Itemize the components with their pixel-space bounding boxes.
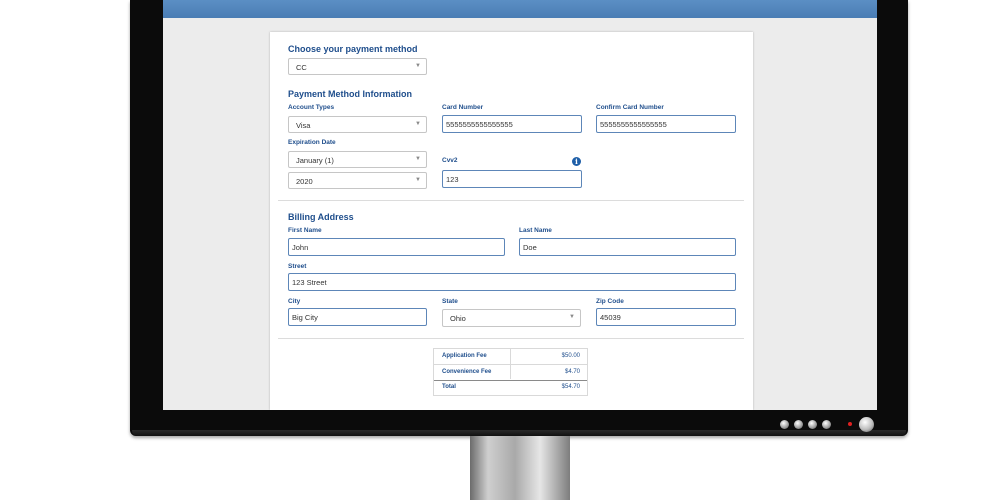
fee-amount: $50.00 (561, 353, 580, 359)
power-button[interactable] (859, 416, 874, 432)
payment-info-heading: Payment Method Information (288, 89, 413, 99)
card-number-field[interactable]: 5555555555555555 (442, 115, 582, 133)
monitor-button[interactable] (780, 419, 789, 429)
payment-method-heading: Choose your payment method (288, 44, 418, 54)
payment-method-value: CC (296, 63, 307, 72)
page-header-band (163, 0, 877, 18)
state-value: Ohio (450, 314, 466, 323)
power-led (848, 422, 852, 426)
first-name-field[interactable]: John (288, 238, 505, 256)
account-types-value: Visa (296, 121, 311, 130)
chevron-down-icon: ▼ (415, 121, 421, 127)
table-row: Application Fee $50.00 (434, 349, 587, 364)
first-name-label: First Name (288, 227, 322, 234)
city-field[interactable]: Big City (288, 308, 427, 326)
table-row: Convenience Fee $4.70 (434, 365, 587, 380)
expiration-year-value: 2020 (296, 177, 313, 186)
billing-address-heading: Billing Address (288, 212, 354, 222)
monitor-button[interactable] (822, 419, 831, 429)
monitor-button[interactable] (808, 419, 817, 429)
info-icon[interactable]: i (572, 157, 581, 166)
account-types-label: Account Types (288, 104, 335, 111)
fees-table: Application Fee $50.00 Convenience Fee $… (433, 348, 588, 396)
fee-name: Convenience Fee (442, 369, 492, 375)
state-select[interactable]: Ohio ▼ (442, 309, 581, 327)
total-amount: $54.70 (561, 384, 580, 390)
cvv-field[interactable]: 123 (442, 170, 582, 188)
fee-name: Application Fee (442, 353, 487, 359)
last-name-field[interactable]: Doe (519, 238, 736, 256)
street-field[interactable]: 123 Street (288, 273, 736, 291)
section-divider (278, 200, 744, 201)
expiration-month-value: January (1) (296, 156, 334, 165)
confirm-card-number-field[interactable]: 5555555555555555 (596, 115, 736, 133)
payment-form: Choose your payment method CC ▼ Payment … (270, 32, 753, 410)
card-number-label: Card Number (442, 104, 484, 111)
fee-amount: $4.70 (564, 369, 580, 375)
monitor-stand (470, 436, 570, 500)
section-divider (278, 338, 744, 339)
monitor-button[interactable] (794, 419, 803, 429)
expiration-month-select[interactable]: January (1) ▼ (288, 151, 427, 168)
zip-code-label: Zip Code (596, 298, 624, 305)
last-name-label: Last Name (519, 227, 552, 234)
account-types-select[interactable]: Visa ▼ (288, 116, 427, 133)
street-label: Street (288, 263, 307, 270)
chevron-down-icon: ▼ (415, 156, 421, 162)
chevron-down-icon: ▼ (569, 314, 575, 320)
expiration-date-label: Expiration Date (288, 139, 336, 146)
monitor-controls (780, 416, 874, 432)
state-label: State (442, 298, 458, 305)
payment-method-select[interactable]: CC ▼ (288, 58, 427, 75)
expiration-year-select[interactable]: 2020 ▼ (288, 172, 427, 189)
confirm-card-number-label: Confirm Card Number (596, 104, 664, 111)
table-row-total: Total $54.70 (434, 380, 587, 395)
chevron-down-icon: ▼ (415, 63, 421, 69)
city-label: City (288, 298, 301, 305)
zip-code-field[interactable]: 45039 (596, 308, 736, 326)
chevron-down-icon: ▼ (415, 177, 421, 183)
total-label: Total (442, 384, 456, 390)
cvv-label: Cvv2 (442, 157, 458, 164)
monitor-screen: Choose your payment method CC ▼ Payment … (163, 0, 877, 410)
